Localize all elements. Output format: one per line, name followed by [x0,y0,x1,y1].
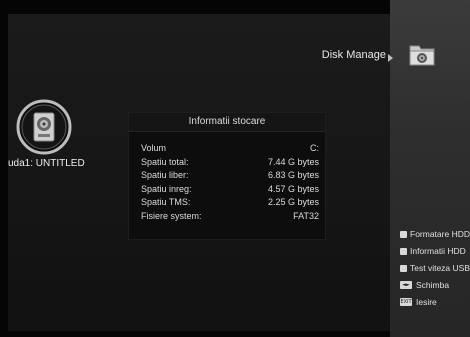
square-bullet-icon [400,248,407,255]
menu-item-label: Formatare HDD [410,229,470,239]
menu-item-hdd-info[interactable]: Informatii HDD [400,243,470,260]
main-panel-footer [8,315,390,331]
storage-info-heading: Informatii stocare [129,113,325,132]
info-row: Volum C: [141,142,319,156]
menu-item-label: Informatii HDD [410,246,466,256]
info-row: Fisiere system: FAT32 [141,210,319,224]
info-row: Spatiu inreg: 4.57 G bytes [141,183,319,197]
info-value: FAT32 [293,210,319,221]
storage-info-rows: Volum C: Spatiu total: 7.44 G bytes Spat… [141,142,319,224]
info-key: Fisiere system: [141,210,202,221]
storage-info-panel: Informatii stocare Volum C: Spatiu total… [128,112,326,240]
info-key: Spatiu liber: [141,170,189,181]
disk-label[interactable]: uda1: UNTITLED [8,158,88,169]
info-row: Spatiu TMS: 2.25 G bytes [141,196,319,210]
info-row: Spatiu total: 7.44 G bytes [141,156,319,170]
menu-item-label: Schimba [416,280,450,290]
exit-key-icon: EXIT [400,298,412,306]
page-title: Disk Manage [321,49,386,61]
info-row: Spatiu liber: 6.83 G bytes [141,169,319,183]
hard-disk-icon[interactable] [16,99,72,155]
left-right-key-icon: ◄► [400,281,412,289]
info-key: Spatiu inreg: [141,183,192,194]
action-menu: Formatare HDD Informatii HDD Test viteza… [400,226,470,311]
info-value: 6.83 G bytes [267,170,319,181]
info-value: C: [310,143,319,153]
info-key: Volum [141,143,167,153]
menu-item-format-hdd[interactable]: Formatare HDD [400,226,470,243]
menu-item-switch[interactable]: ◄► Schimba [400,277,470,294]
info-value: 2.25 G bytes [267,197,319,208]
square-bullet-icon [400,265,407,272]
square-bullet-icon [400,231,407,238]
info-key: Spatiu TMS: [141,197,191,208]
info-value: 4.57 G bytes [267,183,319,194]
info-key: Spatiu total: [141,156,189,167]
info-value: 7.44 G bytes [267,156,319,167]
folder-disk-icon [409,45,435,66]
menu-item-label: Iesire [416,297,437,307]
menu-item-label: Test viteza USB [410,263,470,273]
disk-manage-screen: Disk Manage uda1: UNTITLED Informatii st… [0,0,470,337]
title-arrow-icon [388,54,393,62]
menu-item-exit[interactable]: EXIT Iesire [400,294,470,311]
menu-item-usb-speed-test[interactable]: Test viteza USB [400,260,470,277]
